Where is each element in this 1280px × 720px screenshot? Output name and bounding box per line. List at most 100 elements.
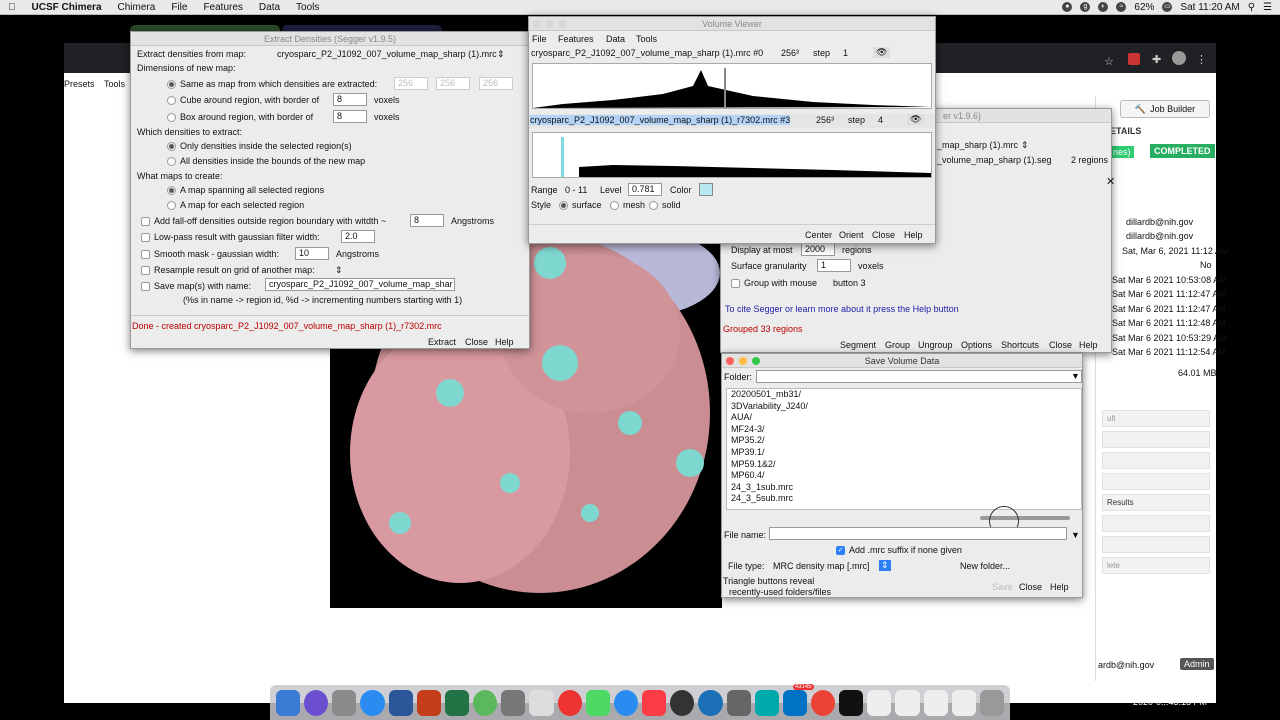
map2-histogram[interactable]	[532, 132, 932, 178]
smooth-checkbox[interactable]: Smooth mask - gaussian width:	[141, 249, 279, 260]
ungroup-button[interactable]: Ungroup	[918, 340, 953, 350]
side-button[interactable]	[1102, 536, 1210, 553]
zoom-dot[interactable]	[559, 20, 567, 28]
window-thumbnail-icon[interactable]	[951, 689, 976, 716]
level-field[interactable]: 0.781	[628, 183, 662, 196]
vv-menu-data[interactable]: Data	[606, 34, 625, 44]
map1-step[interactable]: 1	[843, 48, 848, 58]
select-arrow-icon[interactable]: ⇕	[497, 49, 505, 60]
from-map-select[interactable]: cryosparc_P2_J1092_007_volume_map_sharp …	[277, 49, 497, 59]
save-name-field[interactable]: cryosparc_P2_J1092_007_volume_map_shar	[265, 278, 455, 291]
list-item[interactable]: MP39.1/	[727, 447, 1081, 459]
close-dot[interactable]	[726, 357, 734, 365]
app-icon[interactable]	[473, 689, 498, 716]
group-button[interactable]: Group	[885, 340, 910, 350]
segger-seg-select[interactable]: _volume_map_sharp (1).seg	[937, 155, 1052, 165]
app-icon[interactable]	[529, 689, 554, 716]
facetime-icon[interactable]	[585, 689, 610, 716]
excel-icon[interactable]	[444, 689, 470, 716]
mouse-button-select[interactable]: button 3	[833, 278, 866, 288]
save-checkbox[interactable]: Save map(s) with name:	[141, 281, 251, 292]
window-thumbnail-icon[interactable]	[867, 689, 892, 716]
clock[interactable]: Sat 11:20 AM	[1180, 2, 1239, 13]
style-solid[interactable]: solid	[649, 200, 681, 211]
map1-name[interactable]: cryosparc_P2_J1092_007_volume_map_sharp …	[531, 48, 763, 58]
folder-field[interactable]	[756, 370, 1082, 383]
box-border-field[interactable]: 8	[333, 110, 367, 123]
vv-menu-file[interactable]: File	[532, 34, 547, 44]
save-title-bar[interactable]: Save Volume Data	[722, 354, 1082, 368]
falloff-field[interactable]: 8	[410, 214, 444, 227]
select-arrow-icon[interactable]: ⇕	[879, 560, 891, 571]
menu-features[interactable]: Features	[195, 2, 250, 13]
close-button[interactable]: Close	[1019, 582, 1042, 592]
side-button[interactable]	[1102, 431, 1210, 448]
opt-cube[interactable]: Cube around region, with border of	[167, 95, 319, 106]
eye-icon[interactable]: 👁	[907, 114, 925, 125]
close-button[interactable]: Close	[1049, 340, 1072, 350]
app-icon[interactable]	[754, 689, 779, 716]
powerpoint-icon[interactable]	[416, 689, 441, 716]
add-suffix-checkbox[interactable]: ✓ Add .mrc suffix if none given	[836, 545, 962, 556]
more-icon[interactable]: ⋮	[1196, 53, 1207, 66]
granularity-field[interactable]: 1	[817, 259, 851, 272]
wifi-icon[interactable]: ≈	[1116, 2, 1127, 12]
list-item[interactable]: 20200501_mb31/	[727, 389, 1081, 401]
opt-box[interactable]: Box around region, with border of	[167, 112, 313, 123]
battery-icon[interactable]: ▭	[1162, 2, 1173, 12]
trash-icon[interactable]	[979, 689, 1005, 716]
filetype-select[interactable]: MRC density map [.mrc]	[773, 561, 870, 571]
launchpad-icon[interactable]	[332, 689, 357, 716]
extension-icon[interactable]	[1128, 53, 1140, 65]
close-button[interactable]: Close	[465, 337, 488, 347]
help-button[interactable]: Help	[1079, 340, 1098, 350]
bookmark-presets[interactable]: Presets	[64, 79, 95, 89]
volume-title-bar[interactable]: Volume Viewer	[529, 17, 935, 31]
side-button[interactable]	[1102, 515, 1210, 532]
opt-inside[interactable]: Only densities inside the selected regio…	[167, 141, 352, 152]
segger-map-select[interactable]: _map_sharp (1).mrc	[937, 140, 1018, 150]
list-item[interactable]: 3DVariability_J240/	[727, 401, 1081, 413]
news-icon[interactable]	[557, 689, 582, 716]
opt-all[interactable]: All densities inside the bounds of the n…	[167, 156, 365, 167]
folder-dropdown-icon[interactable]: ▼	[1071, 371, 1080, 381]
options-button[interactable]: Options	[961, 340, 992, 350]
terminal-icon[interactable]	[839, 689, 864, 716]
safari-icon[interactable]	[360, 689, 385, 716]
map2-name[interactable]: cryosparc_P2_J1092_007_volume_map_sharp …	[530, 115, 791, 125]
opt-each[interactable]: A map for each selected region	[167, 200, 304, 211]
cube-border-field[interactable]: 8	[333, 93, 367, 106]
menu-tools[interactable]: Tools	[288, 2, 327, 13]
bookmark-tools[interactable]: Tools	[104, 79, 125, 89]
display-field[interactable]: 2000	[801, 243, 835, 256]
close-button[interactable]: Close	[872, 230, 895, 240]
color-swatch[interactable]	[699, 183, 713, 196]
eye-icon[interactable]: 👁	[873, 47, 891, 58]
map1-histogram[interactable]	[532, 63, 932, 109]
dim-z-field[interactable]: 256	[479, 77, 513, 90]
side-button[interactable]: ult	[1102, 410, 1210, 427]
opt-span[interactable]: A map spanning all selected regions	[167, 185, 324, 196]
chrome-icon[interactable]	[810, 689, 836, 716]
search-icon[interactable]: ⚲	[1248, 2, 1255, 13]
list-item[interactable]: AUA/	[727, 412, 1081, 424]
list-item[interactable]: MP60.4/	[727, 470, 1081, 482]
lowpass-field[interactable]: 2.0	[341, 230, 375, 243]
lowpass-checkbox[interactable]: Low-pass result with gaussian filter wid…	[141, 232, 320, 243]
grammarly-icon[interactable]: g	[1080, 2, 1091, 12]
opt-same[interactable]: Same as map from which densities are ext…	[167, 79, 377, 90]
app-icon[interactable]	[698, 689, 723, 716]
list-item[interactable]: 24_3_5sub.mrc	[727, 493, 1081, 505]
close-icon[interactable]: ✕	[1106, 175, 1115, 188]
extract-title-bar[interactable]: Extract Densities (Segger v1.9.5)	[131, 32, 529, 46]
delete-button[interactable]: lete	[1102, 557, 1210, 574]
select-arrow-icon[interactable]: ⇕	[1021, 140, 1029, 151]
job-builder-button[interactable]: 🔨 Job Builder	[1120, 100, 1210, 118]
new-folder-button[interactable]: New folder...	[960, 561, 1010, 571]
filename-dropdown-icon[interactable]: ▼	[1071, 530, 1080, 540]
map2-step[interactable]: 4	[878, 115, 883, 125]
window-thumbnail-icon[interactable]	[895, 689, 920, 716]
avatar[interactable]	[1172, 51, 1186, 65]
music-icon[interactable]	[642, 689, 667, 716]
style-surface[interactable]: surface	[559, 200, 602, 211]
